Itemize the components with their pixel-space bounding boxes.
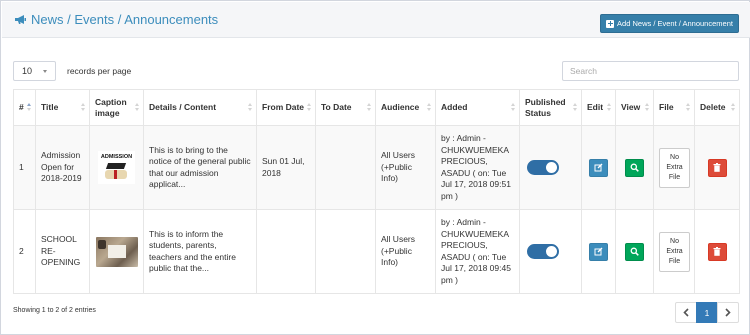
- row-added: by : Admin - CHUKWUEMEKA PRECIOUS, ASADU…: [435, 125, 520, 210]
- table-row: 1 Admission Open for 2018-2019 ADMISSION…: [13, 125, 740, 210]
- row-number: 2: [13, 209, 36, 294]
- column-header-title[interactable]: Title: [35, 89, 90, 126]
- table-header-row: # Title Caption image Details / Content …: [13, 89, 740, 126]
- file-button[interactable]: No Extra File: [659, 231, 690, 272]
- row-number: 1: [13, 125, 36, 210]
- panel-header: News / Events / Announcements Add News /…: [2, 2, 750, 38]
- caption-image-text: ADMISSION: [100, 154, 133, 160]
- table-info: Showing 1 to 2 of 2 entries: [13, 307, 96, 314]
- view-button[interactable]: [625, 158, 644, 177]
- row-audience: All Users (+Public Info): [375, 125, 436, 210]
- edit-icon: [594, 247, 603, 256]
- sort-icon: [81, 103, 85, 113]
- sort-icon: [248, 103, 252, 113]
- caption-image: [95, 236, 138, 267]
- search-input[interactable]: [562, 61, 739, 81]
- add-news-button[interactable]: Add News / Event / Announcement: [600, 14, 739, 33]
- chevron-right-icon: [725, 308, 731, 317]
- file-button[interactable]: No Extra File: [659, 147, 690, 188]
- sort-icon: [427, 103, 431, 113]
- page-button[interactable]: 1: [696, 302, 718, 323]
- row-details: This is to bring to the notice of the ge…: [143, 125, 257, 210]
- next-page-button[interactable]: [717, 302, 739, 323]
- row-to-date: [315, 125, 376, 210]
- caption-image-cell: ADMISSION: [89, 125, 144, 210]
- delete-button[interactable]: [707, 242, 727, 261]
- chevron-down-icon: [43, 70, 47, 73]
- published-toggle[interactable]: [527, 244, 559, 259]
- row-added: by : Admin - CHUKWUEMEKA PRECIOUS, ASADU…: [435, 209, 520, 294]
- row-from-date: Sun 01 Jul, 2018: [256, 125, 316, 210]
- published-toggle[interactable]: [527, 160, 559, 175]
- column-header-delete[interactable]: Delete: [694, 89, 740, 126]
- edit-icon: [594, 163, 603, 172]
- bullhorn-icon: [14, 14, 27, 25]
- sort-icon: [573, 103, 577, 113]
- delete-button[interactable]: [707, 158, 727, 177]
- row-audience: All Users (+Public Info): [375, 209, 436, 294]
- trash-icon: [713, 163, 721, 172]
- news-table: # Title Caption image Details / Content …: [13, 89, 740, 294]
- caption-image-cell: [89, 209, 144, 294]
- table-row: 2 SCHOOL RE-OPENING This is to inform th…: [13, 209, 740, 294]
- page-title: News / Events / Announcements: [14, 12, 218, 27]
- row-from-date: [256, 209, 316, 294]
- page-length-select[interactable]: 10: [13, 61, 56, 81]
- previous-page-button[interactable]: [675, 302, 697, 323]
- search-icon: [630, 163, 639, 172]
- column-header-from-date[interactable]: From Date: [256, 89, 316, 126]
- sort-icon: [511, 103, 515, 113]
- sort-icon: [686, 103, 690, 113]
- chevron-left-icon: [683, 308, 689, 317]
- column-header-num[interactable]: #: [13, 89, 36, 126]
- column-header-published-status[interactable]: Published Status: [519, 89, 582, 126]
- sort-icon: [367, 103, 371, 113]
- edit-button[interactable]: [589, 158, 608, 177]
- column-header-caption-image[interactable]: Caption image: [89, 89, 144, 126]
- sort-icon: [645, 103, 649, 113]
- row-title: SCHOOL RE-OPENING: [35, 209, 90, 294]
- sort-icon: [731, 103, 735, 113]
- trash-icon: [713, 247, 721, 256]
- sort-icon: [307, 103, 311, 113]
- published-cell: [519, 125, 582, 210]
- view-button[interactable]: [625, 242, 644, 261]
- row-details: This is to inform the students, parents,…: [143, 209, 257, 294]
- page-title-text: News / Events / Announcements: [31, 12, 219, 27]
- plus-square-icon: [606, 19, 615, 28]
- page-length-label: records per page: [67, 66, 132, 76]
- pagination: 1: [675, 302, 739, 323]
- add-news-button-label: Add News / Event / Announcement: [617, 19, 733, 28]
- column-header-edit[interactable]: Edit: [581, 89, 616, 126]
- column-header-file[interactable]: File: [653, 89, 695, 126]
- column-header-added[interactable]: Added: [435, 89, 520, 126]
- sort-icon: [27, 103, 31, 113]
- edit-button[interactable]: [589, 242, 608, 261]
- search-icon: [630, 247, 639, 256]
- published-cell: [519, 209, 582, 294]
- caption-image: ADMISSION: [98, 151, 135, 184]
- page-length-value: 10: [22, 66, 33, 76]
- column-header-audience[interactable]: Audience: [375, 89, 436, 126]
- row-title: Admission Open for 2018-2019: [35, 125, 90, 210]
- content-panel: News / Events / Announcements Add News /…: [0, 0, 750, 335]
- row-to-date: [315, 209, 376, 294]
- column-header-view[interactable]: View: [615, 89, 654, 126]
- sort-icon: [607, 103, 611, 113]
- sort-icon: [135, 103, 139, 113]
- column-header-details[interactable]: Details / Content: [143, 89, 257, 126]
- column-header-to-date[interactable]: To Date: [315, 89, 376, 126]
